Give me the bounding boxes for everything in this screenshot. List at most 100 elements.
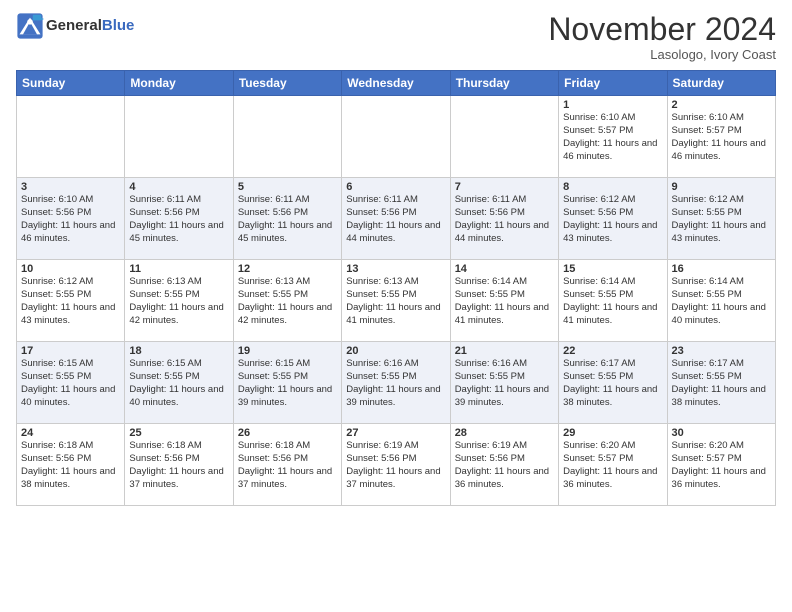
calendar-cell: 3Sunrise: 6:10 AMSunset: 5:56 PMDaylight… <box>17 178 125 260</box>
calendar-week-row: 1Sunrise: 6:10 AMSunset: 5:57 PMDaylight… <box>17 96 776 178</box>
day-info: Sunrise: 6:13 AMSunset: 5:55 PMDaylight:… <box>346 276 445 327</box>
calendar-cell: 20Sunrise: 6:16 AMSunset: 5:55 PMDayligh… <box>342 342 450 424</box>
calendar-cell: 25Sunrise: 6:18 AMSunset: 5:56 PMDayligh… <box>125 424 233 506</box>
day-info: Sunrise: 6:20 AMSunset: 5:57 PMDaylight:… <box>563 440 662 491</box>
calendar-cell: 6Sunrise: 6:11 AMSunset: 5:56 PMDaylight… <box>342 178 450 260</box>
day-info: Sunrise: 6:11 AMSunset: 5:56 PMDaylight:… <box>129 194 228 245</box>
day-number: 17 <box>21 345 120 357</box>
calendar-table: SundayMondayTuesdayWednesdayThursdayFrid… <box>16 70 776 506</box>
page-container: GeneralBlue November 2024 Lasologo, Ivor… <box>0 0 792 514</box>
calendar-cell: 18Sunrise: 6:15 AMSunset: 5:55 PMDayligh… <box>125 342 233 424</box>
day-info: Sunrise: 6:15 AMSunset: 5:55 PMDaylight:… <box>21 358 120 409</box>
day-number: 28 <box>455 427 554 439</box>
day-number: 4 <box>129 181 228 193</box>
calendar-cell: 27Sunrise: 6:19 AMSunset: 5:56 PMDayligh… <box>342 424 450 506</box>
calendar-cell: 30Sunrise: 6:20 AMSunset: 5:57 PMDayligh… <box>667 424 775 506</box>
day-number: 12 <box>238 263 337 275</box>
logo-icon <box>16 12 44 40</box>
day-info: Sunrise: 6:18 AMSunset: 5:56 PMDaylight:… <box>238 440 337 491</box>
day-info: Sunrise: 6:13 AMSunset: 5:55 PMDaylight:… <box>129 276 228 327</box>
day-info: Sunrise: 6:19 AMSunset: 5:56 PMDaylight:… <box>455 440 554 491</box>
calendar-cell: 28Sunrise: 6:19 AMSunset: 5:56 PMDayligh… <box>450 424 558 506</box>
title-block: November 2024 Lasologo, Ivory Coast <box>548 12 776 62</box>
calendar-header-thursday: Thursday <box>450 71 558 96</box>
calendar-week-row: 17Sunrise: 6:15 AMSunset: 5:55 PMDayligh… <box>17 342 776 424</box>
day-number: 8 <box>563 181 662 193</box>
calendar-cell: 24Sunrise: 6:18 AMSunset: 5:56 PMDayligh… <box>17 424 125 506</box>
day-info: Sunrise: 6:12 AMSunset: 5:56 PMDaylight:… <box>563 194 662 245</box>
day-number: 5 <box>238 181 337 193</box>
calendar-cell: 7Sunrise: 6:11 AMSunset: 5:56 PMDaylight… <box>450 178 558 260</box>
day-info: Sunrise: 6:13 AMSunset: 5:55 PMDaylight:… <box>238 276 337 327</box>
day-info: Sunrise: 6:17 AMSunset: 5:55 PMDaylight:… <box>672 358 771 409</box>
day-number: 13 <box>346 263 445 275</box>
day-number: 3 <box>21 181 120 193</box>
day-number: 20 <box>346 345 445 357</box>
day-info: Sunrise: 6:16 AMSunset: 5:55 PMDaylight:… <box>455 358 554 409</box>
day-info: Sunrise: 6:17 AMSunset: 5:55 PMDaylight:… <box>563 358 662 409</box>
month-title: November 2024 <box>548 12 776 47</box>
logo-general: General <box>46 17 102 34</box>
calendar-header-friday: Friday <box>559 71 667 96</box>
day-info: Sunrise: 6:10 AMSunset: 5:56 PMDaylight:… <box>21 194 120 245</box>
day-number: 7 <box>455 181 554 193</box>
calendar-cell <box>233 96 341 178</box>
day-info: Sunrise: 6:14 AMSunset: 5:55 PMDaylight:… <box>563 276 662 327</box>
calendar-cell: 11Sunrise: 6:13 AMSunset: 5:55 PMDayligh… <box>125 260 233 342</box>
calendar-header-row: SundayMondayTuesdayWednesdayThursdayFrid… <box>17 71 776 96</box>
day-number: 22 <box>563 345 662 357</box>
day-number: 27 <box>346 427 445 439</box>
calendar-cell: 9Sunrise: 6:12 AMSunset: 5:55 PMDaylight… <box>667 178 775 260</box>
day-number: 11 <box>129 263 228 275</box>
day-number: 16 <box>672 263 771 275</box>
calendar-cell: 15Sunrise: 6:14 AMSunset: 5:55 PMDayligh… <box>559 260 667 342</box>
day-number: 18 <box>129 345 228 357</box>
day-info: Sunrise: 6:12 AMSunset: 5:55 PMDaylight:… <box>672 194 771 245</box>
calendar-cell: 29Sunrise: 6:20 AMSunset: 5:57 PMDayligh… <box>559 424 667 506</box>
day-info: Sunrise: 6:11 AMSunset: 5:56 PMDaylight:… <box>346 194 445 245</box>
calendar-cell: 16Sunrise: 6:14 AMSunset: 5:55 PMDayligh… <box>667 260 775 342</box>
day-info: Sunrise: 6:18 AMSunset: 5:56 PMDaylight:… <box>21 440 120 491</box>
calendar-week-row: 3Sunrise: 6:10 AMSunset: 5:56 PMDaylight… <box>17 178 776 260</box>
day-info: Sunrise: 6:14 AMSunset: 5:55 PMDaylight:… <box>455 276 554 327</box>
day-number: 25 <box>129 427 228 439</box>
page-header: GeneralBlue November 2024 Lasologo, Ivor… <box>16 12 776 62</box>
day-number: 21 <box>455 345 554 357</box>
day-number: 14 <box>455 263 554 275</box>
day-info: Sunrise: 6:16 AMSunset: 5:55 PMDaylight:… <box>346 358 445 409</box>
day-number: 29 <box>563 427 662 439</box>
day-info: Sunrise: 6:11 AMSunset: 5:56 PMDaylight:… <box>455 194 554 245</box>
calendar-cell: 12Sunrise: 6:13 AMSunset: 5:55 PMDayligh… <box>233 260 341 342</box>
day-number: 9 <box>672 181 771 193</box>
day-info: Sunrise: 6:20 AMSunset: 5:57 PMDaylight:… <box>672 440 771 491</box>
day-info: Sunrise: 6:15 AMSunset: 5:55 PMDaylight:… <box>129 358 228 409</box>
day-number: 2 <box>672 99 771 111</box>
day-info: Sunrise: 6:14 AMSunset: 5:55 PMDaylight:… <box>672 276 771 327</box>
day-info: Sunrise: 6:11 AMSunset: 5:56 PMDaylight:… <box>238 194 337 245</box>
day-info: Sunrise: 6:15 AMSunset: 5:55 PMDaylight:… <box>238 358 337 409</box>
day-number: 10 <box>21 263 120 275</box>
logo-blue: Blue <box>102 17 135 34</box>
calendar-header-sunday: Sunday <box>17 71 125 96</box>
calendar-cell: 19Sunrise: 6:15 AMSunset: 5:55 PMDayligh… <box>233 342 341 424</box>
calendar-cell: 4Sunrise: 6:11 AMSunset: 5:56 PMDaylight… <box>125 178 233 260</box>
location-subtitle: Lasologo, Ivory Coast <box>548 47 776 62</box>
calendar-cell: 13Sunrise: 6:13 AMSunset: 5:55 PMDayligh… <box>342 260 450 342</box>
calendar-cell: 2Sunrise: 6:10 AMSunset: 5:57 PMDaylight… <box>667 96 775 178</box>
day-number: 26 <box>238 427 337 439</box>
day-number: 19 <box>238 345 337 357</box>
calendar-cell <box>125 96 233 178</box>
logo-text: GeneralBlue <box>46 17 134 35</box>
calendar-header-tuesday: Tuesday <box>233 71 341 96</box>
day-number: 6 <box>346 181 445 193</box>
day-number: 24 <box>21 427 120 439</box>
calendar-cell: 1Sunrise: 6:10 AMSunset: 5:57 PMDaylight… <box>559 96 667 178</box>
day-number: 15 <box>563 263 662 275</box>
day-number: 30 <box>672 427 771 439</box>
calendar-cell: 17Sunrise: 6:15 AMSunset: 5:55 PMDayligh… <box>17 342 125 424</box>
calendar-cell: 21Sunrise: 6:16 AMSunset: 5:55 PMDayligh… <box>450 342 558 424</box>
day-info: Sunrise: 6:18 AMSunset: 5:56 PMDaylight:… <box>129 440 228 491</box>
calendar-header-saturday: Saturday <box>667 71 775 96</box>
calendar-cell <box>342 96 450 178</box>
calendar-week-row: 24Sunrise: 6:18 AMSunset: 5:56 PMDayligh… <box>17 424 776 506</box>
